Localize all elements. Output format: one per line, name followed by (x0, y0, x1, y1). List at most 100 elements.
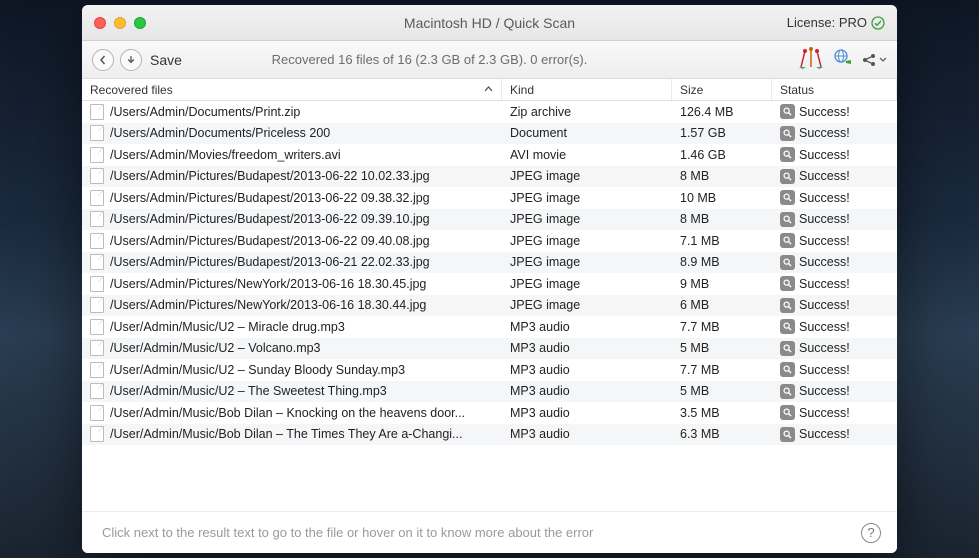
reveal-icon[interactable] (780, 319, 795, 334)
table-row[interactable]: /Users/Admin/Documents/Print.zipZip arch… (82, 101, 897, 123)
table-row[interactable]: /Users/Admin/Pictures/Budapest/2013-06-2… (82, 230, 897, 252)
file-icon (90, 254, 104, 270)
toolbar: Save Recovered 16 files of 16 (2.3 GB of… (82, 41, 897, 79)
table-row[interactable]: /User/Admin/Music/U2 – Sunday Bloody Sun… (82, 359, 897, 381)
file-status: Success! (799, 191, 850, 205)
reveal-icon[interactable] (780, 384, 795, 399)
file-icon (90, 211, 104, 227)
app-window: Macintosh HD / Quick Scan License: PRO S… (82, 5, 897, 553)
file-kind: MP3 audio (502, 406, 672, 420)
file-status: Success! (799, 406, 850, 420)
file-size: 8 MB (672, 169, 772, 183)
check-circle-icon (871, 16, 885, 30)
file-icon (90, 190, 104, 206)
close-button[interactable] (94, 17, 106, 29)
file-path: /Users/Admin/Documents/Priceless 200 (110, 126, 330, 140)
file-kind: AVI movie (502, 148, 672, 162)
file-list: /Users/Admin/Documents/Print.zipZip arch… (82, 101, 897, 481)
reveal-icon[interactable] (780, 362, 795, 377)
table-row[interactable]: /Users/Admin/Pictures/NewYork/2013-06-16… (82, 295, 897, 317)
table-row[interactable]: /User/Admin/Music/U2 – Miracle drug.mp3 M… (82, 316, 897, 338)
table-row[interactable]: /Users/Admin/Movies/freedom_writers.avi A… (82, 144, 897, 166)
file-icon (90, 233, 104, 249)
footer-hint: Click next to the result text to go to t… (102, 525, 593, 540)
table-row[interactable]: /Users/Admin/Documents/Priceless 200 Docu… (82, 123, 897, 145)
file-kind: MP3 audio (502, 427, 672, 441)
reveal-icon[interactable] (780, 298, 795, 313)
sort-ascending-icon (484, 83, 493, 97)
table-row[interactable]: /User/Admin/Music/Bob Dilan – Knocking o… (82, 402, 897, 424)
file-status: Success! (799, 234, 850, 248)
spacer (82, 481, 897, 511)
column-header-kind[interactable]: Kind (502, 79, 672, 100)
column-header-path-label: Recovered files (90, 83, 173, 97)
file-size: 6 MB (672, 298, 772, 312)
file-icon (90, 319, 104, 335)
reveal-icon[interactable] (780, 126, 795, 141)
file-kind: JPEG image (502, 212, 672, 226)
file-kind: MP3 audio (502, 363, 672, 377)
save-icon-button[interactable] (120, 49, 142, 71)
minimize-button[interactable] (114, 17, 126, 29)
file-kind: Document (502, 126, 672, 140)
file-size: 3.5 MB (672, 406, 772, 420)
reveal-icon[interactable] (780, 233, 795, 248)
license-badge[interactable]: License: PRO (787, 15, 885, 30)
file-path: /Users/Admin/Pictures/Budapest/2013-06-2… (110, 255, 430, 269)
file-size: 8.9 MB (672, 255, 772, 269)
file-size: 126.4 MB (672, 105, 772, 119)
table-row[interactable]: /User/Admin/Music/Bob Dilan – The Times … (82, 424, 897, 446)
file-size: 7.1 MB (672, 234, 772, 248)
globe-flag-icon[interactable] (833, 48, 853, 71)
file-path: /User/Admin/Music/Bob Dilan – Knocking o… (110, 406, 465, 420)
file-status: Success! (799, 427, 850, 441)
reveal-icon[interactable] (780, 169, 795, 184)
reveal-icon[interactable] (780, 405, 795, 420)
file-kind: JPEG image (502, 169, 672, 183)
table-row[interactable]: /Users/Admin/Pictures/Budapest/2013-06-2… (82, 187, 897, 209)
zoom-button[interactable] (134, 17, 146, 29)
file-path: /Users/Admin/Pictures/NewYork/2013-06-16… (110, 277, 426, 291)
celebration-icon (797, 47, 825, 72)
file-size: 1.46 GB (672, 148, 772, 162)
reveal-icon[interactable] (780, 427, 795, 442)
reveal-icon[interactable] (780, 104, 795, 119)
table-row[interactable]: /Users/Admin/Pictures/Budapest/2013-06-2… (82, 209, 897, 231)
chevron-down-icon (879, 56, 887, 64)
column-header-status[interactable]: Status (772, 79, 897, 100)
reveal-icon[interactable] (780, 147, 795, 162)
column-headers: Recovered files Kind Size Status (82, 79, 897, 101)
column-header-path[interactable]: Recovered files (82, 79, 502, 100)
file-path: /Users/Admin/Pictures/Budapest/2013-06-2… (110, 169, 430, 183)
reveal-icon[interactable] (780, 190, 795, 205)
table-row[interactable]: /Users/Admin/Pictures/Budapest/2013-06-2… (82, 166, 897, 188)
reveal-icon[interactable] (780, 276, 795, 291)
table-row[interactable]: /User/Admin/Music/U2 – The Sweetest Thin… (82, 381, 897, 403)
file-icon (90, 125, 104, 141)
table-row[interactable]: /Users/Admin/Pictures/NewYork/2013-06-16… (82, 273, 897, 295)
share-button[interactable] (861, 52, 887, 68)
table-row[interactable]: /User/Admin/Music/U2 – Volcano.mp3MP3 au… (82, 338, 897, 360)
recovery-status-text: Recovered 16 files of 16 (2.3 GB of 2.3 … (82, 52, 777, 67)
reveal-icon[interactable] (780, 212, 795, 227)
file-path: /User/Admin/Music/U2 – Miracle drug.mp3 (110, 320, 345, 334)
save-button[interactable]: Save (150, 52, 182, 68)
file-icon (90, 340, 104, 356)
footer: Click next to the result text to go to t… (82, 511, 897, 553)
file-kind: Zip archive (502, 105, 672, 119)
file-kind: MP3 audio (502, 341, 672, 355)
help-button[interactable]: ? (861, 523, 881, 543)
reveal-icon[interactable] (780, 341, 795, 356)
column-header-size[interactable]: Size (672, 79, 772, 100)
file-status: Success! (799, 255, 850, 269)
table-row[interactable]: /Users/Admin/Pictures/Budapest/2013-06-2… (82, 252, 897, 274)
file-size: 7.7 MB (672, 363, 772, 377)
file-kind: MP3 audio (502, 320, 672, 334)
back-button[interactable] (92, 49, 114, 71)
file-icon (90, 104, 104, 120)
file-path: /Users/Admin/Movies/freedom_writers.avi (110, 148, 341, 162)
license-label: License: PRO (787, 15, 867, 30)
file-status: Success! (799, 169, 850, 183)
file-status: Success! (799, 277, 850, 291)
reveal-icon[interactable] (780, 255, 795, 270)
